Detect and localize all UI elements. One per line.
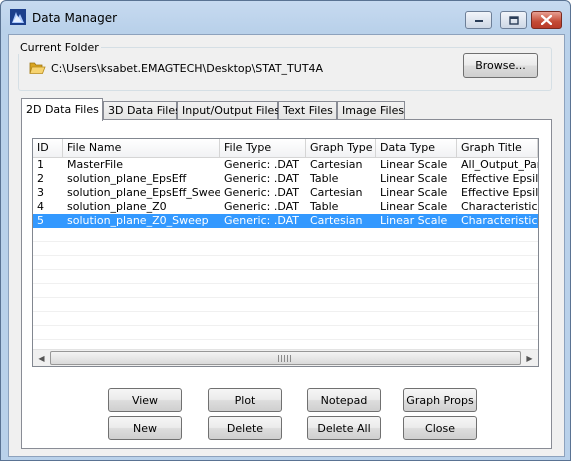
title-bar[interactable]: Data Manager [1,1,570,31]
cell-file-type: Generic: .DAT [224,158,300,171]
cell-file-name: MasterFile [67,158,123,171]
empty-row [33,242,538,256]
file-type-tabs: 2D Data Files 3D Data Files Input/Output… [21,98,561,121]
cell-graph-type: Cartesian [310,186,363,199]
cell-graph-title: Effective Epsilo [461,186,538,199]
column-header-file-name[interactable]: File Name [63,139,220,157]
close-icon [541,15,552,25]
cell-data-type: Linear Scale [380,200,448,213]
column-header-data-type[interactable]: Data Type [376,139,457,157]
column-header-graph-type[interactable]: Graph Type [306,139,376,157]
table-row[interactable]: 4 solution_plane_Z0 Generic: .DAT Table … [33,200,538,214]
cell-file-name: solution_plane_Z0 [67,200,167,213]
maximize-button[interactable] [500,11,527,29]
window-title: Data Manager [32,11,118,25]
data-manager-window: Data Manager Current Folder C:\Users\ksa… [0,0,571,461]
cell-file-type: Generic: .DAT [224,186,300,199]
current-folder-path: C:\Users\ksabet.EMAGTECH\Desktop\STAT_TU… [51,62,324,75]
cell-id: 2 [37,172,44,185]
column-header-file-type[interactable]: File Type [220,139,306,157]
cell-graph-title: Characteristic I [461,200,538,213]
scrollbar-thumb[interactable] [50,351,521,365]
delete-button[interactable]: Delete [208,416,282,440]
cell-id: 4 [37,200,44,213]
minimize-icon [474,20,483,22]
tab-image-files[interactable]: Image Files [337,101,405,120]
column-header-id[interactable]: ID [33,139,63,157]
app-icon [10,9,26,25]
empty-row [33,270,538,284]
close-window-button[interactable] [531,11,562,29]
view-button[interactable]: View [108,388,182,412]
open-folder-icon [29,62,46,74]
table-row[interactable]: 2 solution_plane_EpsEff Generic: .DAT Ta… [33,172,538,186]
cell-data-type: Linear Scale [380,214,448,227]
empty-row [33,228,538,242]
tab-input-output-files[interactable]: Input/Output Files [177,101,280,120]
cell-graph-title: All_Output_Par [461,158,538,171]
table-row[interactable]: 1 MasterFile Generic: .DAT Cartesian Lin… [33,158,538,172]
cell-id: 5 [37,214,44,227]
scroll-right-icon[interactable]: ▶ [521,350,538,366]
scroll-left-icon[interactable]: ◀ [33,350,50,366]
grip-icon [278,355,292,362]
tab-2d-data-files[interactable]: 2D Data Files [21,98,103,121]
cell-file-name: solution_plane_Z0_Sweep [67,214,209,227]
cell-file-type: Generic: .DAT [224,172,300,185]
cell-data-type: Linear Scale [380,186,448,199]
empty-row [33,298,538,312]
maximize-icon [508,15,519,25]
notepad-button[interactable]: Notepad [307,388,381,412]
close-button[interactable]: Close [403,416,477,440]
cell-data-type: Linear Scale [380,172,448,185]
empty-row [33,312,538,326]
graph-props-button[interactable]: Graph Props [403,388,477,412]
column-header-graph-title[interactable]: Graph Title [457,139,538,157]
table-row-selected[interactable]: 5 solution_plane_Z0_Sweep Generic: .DAT … [33,214,538,228]
delete-all-button[interactable]: Delete All [307,416,381,440]
cell-file-name: solution_plane_EpsEff_Sweep [67,186,220,199]
tab-3d-data-files[interactable]: 3D Data Files [103,101,181,120]
list-header: ID File Name File Type Graph Type Data T… [33,139,538,158]
cell-graph-title: Effective Epsilo [461,172,538,185]
cell-file-type: Generic: .DAT [224,214,300,227]
horizontal-scrollbar[interactable]: ◀ ▶ [33,349,538,366]
tab-panel-2d-data-files: ID File Name File Type Graph Type Data T… [21,119,552,449]
cell-id: 1 [37,158,44,171]
cell-file-type: Generic: .DAT [224,200,300,213]
cell-graph-type: Cartesian [310,158,363,171]
empty-row [33,326,538,340]
plot-button[interactable]: Plot [208,388,282,412]
tab-text-files[interactable]: Text Files [278,101,337,120]
cell-graph-type: Cartesian [310,214,363,227]
browse-button[interactable]: Browse... [463,53,538,78]
current-folder-label: Current Folder [18,41,101,54]
list-body: 1 MasterFile Generic: .DAT Cartesian Lin… [33,158,538,340]
cell-data-type: Linear Scale [380,158,448,171]
minimize-button[interactable] [465,11,492,29]
empty-row [33,256,538,270]
new-button[interactable]: New [108,416,182,440]
table-row[interactable]: 3 solution_plane_EpsEff_Sweep Generic: .… [33,186,538,200]
cell-id: 3 [37,186,44,199]
cell-graph-title: Characteristic I [461,214,538,227]
cell-graph-type: Table [310,200,339,213]
empty-row [33,284,538,298]
data-files-list[interactable]: ID File Name File Type Graph Type Data T… [32,138,539,367]
cell-file-name: solution_plane_EpsEff [67,172,187,185]
cell-graph-type: Table [310,172,339,185]
dialog-client-area: Current Folder C:\Users\ksabet.EMAGTECH\… [8,34,565,457]
